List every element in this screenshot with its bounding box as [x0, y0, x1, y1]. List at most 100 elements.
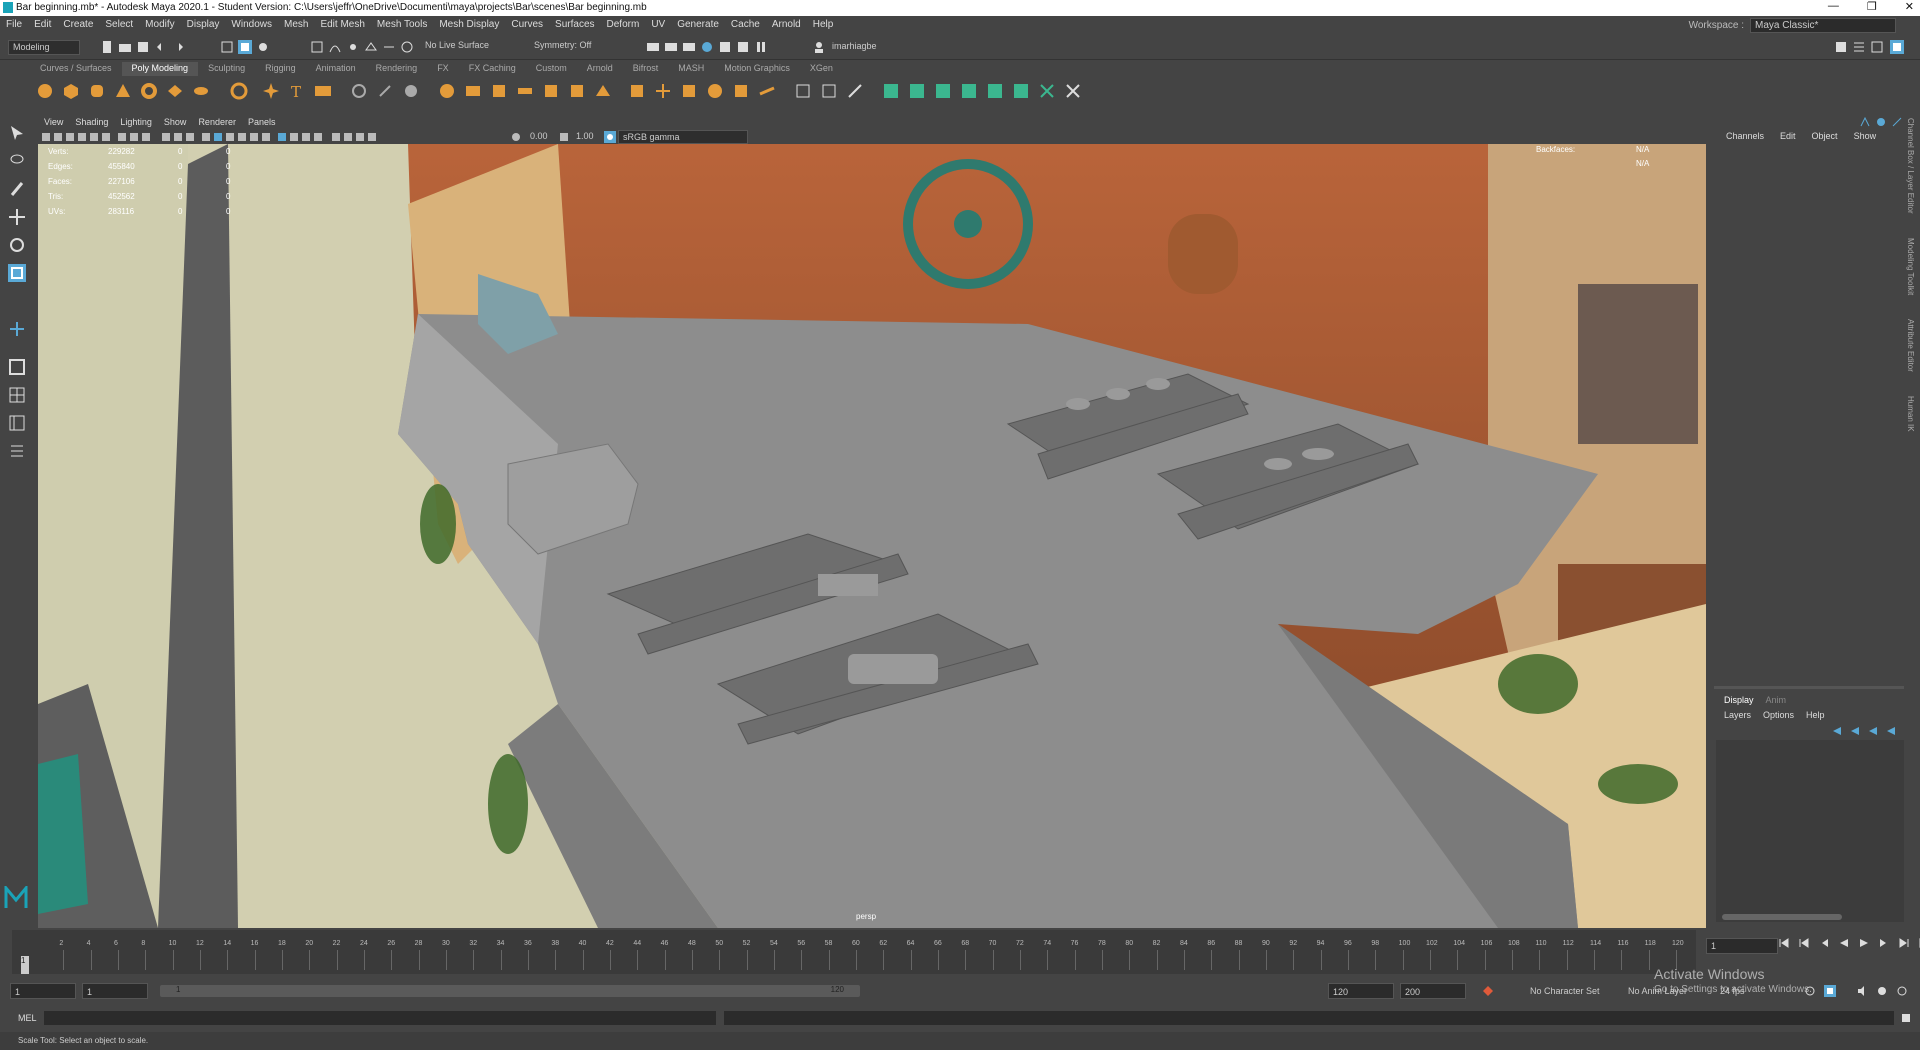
step-forward-frame-icon[interactable]: [1878, 937, 1890, 949]
single-perspective-layout-icon[interactable]: [8, 358, 26, 376]
side-tab-attribute-editor[interactable]: Attribute Editor: [1906, 319, 1915, 372]
perspective-viewport[interactable]: Verts: 229282 0 0 Edges: 455840 0 0 Faces: 2271…: [38, 144, 1706, 928]
set-normal-angle-icon[interactable]: [1038, 82, 1056, 100]
bevel-icon[interactable]: [542, 82, 560, 100]
shelf-tab-rendering[interactable]: Rendering: [366, 62, 428, 76]
persp-outliner-layout-icon[interactable]: [8, 414, 26, 432]
poly-disc-icon[interactable]: [192, 82, 210, 100]
slide-edge-icon[interactable]: [758, 82, 776, 100]
snap-point-icon[interactable]: [346, 40, 360, 54]
show-menu[interactable]: Show: [1846, 131, 1885, 141]
preferences-icon[interactable]: [1896, 985, 1908, 997]
reverse-normals-icon[interactable]: [986, 82, 1004, 100]
new-scene-icon[interactable]: [100, 40, 114, 54]
planar-mapping-icon[interactable]: [794, 82, 812, 100]
menu-generate[interactable]: Generate: [671, 19, 725, 30]
tab-display[interactable]: Display: [1718, 695, 1760, 705]
outliner-icon[interactable]: [8, 442, 26, 460]
shelf-tab-fx[interactable]: FX: [427, 62, 459, 76]
cut-uv-edges-icon[interactable]: [846, 82, 864, 100]
play-forwards-icon[interactable]: [1858, 937, 1870, 949]
current-time-marker[interactable]: 1: [21, 956, 29, 974]
panel-menu-renderer[interactable]: Renderer: [192, 117, 242, 130]
side-tab-human-ik[interactable]: Human IK: [1906, 396, 1915, 432]
panel-splitter[interactable]: [1714, 686, 1904, 689]
poly-sphere-icon[interactable]: [36, 82, 54, 100]
anim-prefs-icon[interactable]: [1876, 985, 1888, 997]
lasso-tool-icon[interactable]: [8, 152, 26, 170]
svg-extrude-icon[interactable]: [314, 82, 332, 100]
menu-arnold[interactable]: Arnold: [766, 19, 807, 30]
move-tool-icon[interactable]: [8, 208, 26, 226]
menu-set-dropdown[interactable]: Modeling: [8, 40, 80, 55]
step-back-key-icon[interactable]: [1798, 937, 1810, 949]
options-menu[interactable]: Options: [1757, 710, 1800, 720]
close-button[interactable]: ✕: [1905, 0, 1914, 13]
scale-tool-icon[interactable]: [8, 264, 26, 282]
live-surface-label[interactable]: No Live Surface: [425, 40, 489, 54]
command-language-label[interactable]: MEL: [18, 1013, 37, 1023]
exposure-icon[interactable]: [510, 131, 522, 143]
current-frame-field[interactable]: 1: [1706, 938, 1778, 954]
side-tab-modeling-toolkit[interactable]: Modeling Toolkit: [1906, 238, 1915, 295]
ipr-render-icon[interactable]: [682, 40, 696, 54]
poly-plane-icon[interactable]: [166, 82, 184, 100]
move-layer-up-icon[interactable]: [1832, 726, 1842, 736]
menu-help[interactable]: Help: [807, 19, 840, 30]
shelf-tab-sculpting[interactable]: Sculpting: [198, 62, 255, 76]
paint-select-tool-icon[interactable]: [8, 180, 26, 198]
float-panel-icon[interactable]: [1892, 117, 1902, 127]
snap-view-plane-icon[interactable]: [364, 40, 378, 54]
shelf-tab-custom[interactable]: Custom: [526, 62, 577, 76]
account-dropdown[interactable]: imarhiagbe: [828, 40, 900, 53]
scene-start-field[interactable]: 1: [10, 983, 76, 999]
step-back-frame-icon[interactable]: [1818, 937, 1830, 949]
menu-mesh[interactable]: Mesh: [278, 19, 314, 30]
script-editor-icon[interactable]: [1900, 1012, 1912, 1024]
snap-surface-icon[interactable]: [382, 40, 396, 54]
menu-edit[interactable]: Edit: [28, 19, 57, 30]
render-sequence-icon[interactable]: [664, 40, 678, 54]
select-component-icon[interactable]: [256, 40, 270, 54]
open-scene-icon[interactable]: [118, 40, 132, 54]
poly-type-icon[interactable]: T: [288, 82, 306, 100]
display-face-normals-icon[interactable]: [882, 82, 900, 100]
menu-curves[interactable]: Curves: [505, 19, 549, 30]
modeling-toolkit-icon[interactable]: [1834, 40, 1848, 54]
playback-start-field[interactable]: 1: [82, 983, 148, 999]
minimize-button[interactable]: —: [1828, 0, 1839, 13]
tool-settings-icon[interactable]: [1870, 40, 1884, 54]
offset-edge-loop-icon[interactable]: [706, 82, 724, 100]
shelf-tab-animation[interactable]: Animation: [306, 62, 366, 76]
cache-icon[interactable]: [1824, 985, 1836, 997]
command-input[interactable]: [44, 1011, 716, 1025]
layer-list[interactable]: [1716, 740, 1904, 922]
menu-file[interactable]: File: [0, 19, 28, 30]
history-icon[interactable]: [400, 40, 414, 54]
shelf-tab-bifrost[interactable]: Bifrost: [623, 62, 669, 76]
select-hierarchy-icon[interactable]: [220, 40, 234, 54]
auto-key-icon[interactable]: [1482, 985, 1494, 997]
poly-cone-icon[interactable]: [114, 82, 132, 100]
menu-deform[interactable]: Deform: [601, 19, 646, 30]
time-slider[interactable]: 2 4 6 8 10 12 14 16 18 20 22 24 26 28 30 32 34 36 38 40 42 44…: [12, 930, 1696, 974]
redo-icon[interactable]: [172, 40, 186, 54]
shelf-tab-curves-surfaces[interactable]: Curves / Surfaces: [30, 62, 122, 76]
render-frame-icon[interactable]: [646, 40, 660, 54]
object-menu[interactable]: Object: [1804, 131, 1846, 141]
new-layer-icon[interactable]: [1868, 726, 1878, 736]
arnold-render-view-icon[interactable]: [736, 40, 750, 54]
automatic-mapping-icon[interactable]: [820, 82, 838, 100]
shelf-tab-rigging[interactable]: Rigging: [255, 62, 306, 76]
shelf-tab-xgen[interactable]: XGen: [800, 62, 843, 76]
move-layer-down-icon[interactable]: [1850, 726, 1860, 736]
separate-icon[interactable]: [376, 82, 394, 100]
extrude-icon[interactable]: [490, 82, 508, 100]
rotate-tool-icon[interactable]: [8, 236, 26, 254]
tab-anim[interactable]: Anim: [1760, 695, 1793, 705]
multi-cut-icon[interactable]: [628, 82, 646, 100]
mirror-icon[interactable]: [464, 82, 482, 100]
shelf-tab-fx-caching[interactable]: FX Caching: [459, 62, 526, 76]
panel-menu-panels[interactable]: Panels: [242, 117, 282, 130]
channel-box-toggle-icon[interactable]: [1860, 117, 1870, 127]
